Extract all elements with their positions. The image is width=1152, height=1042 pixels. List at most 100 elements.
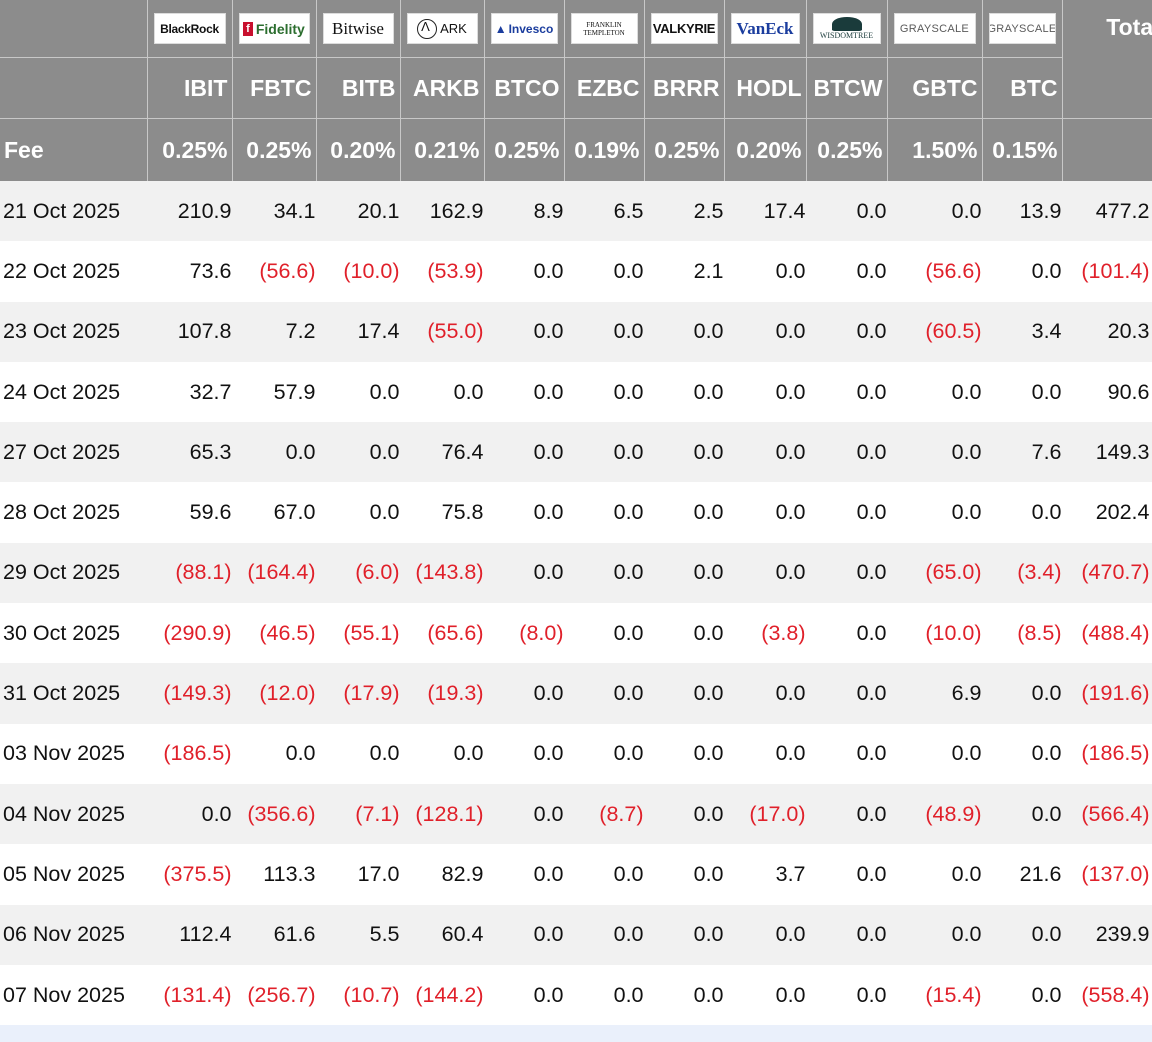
flow-cell-btcw: 0.0	[806, 603, 887, 664]
flow-cell-ezbc: 0.0	[564, 241, 644, 302]
flow-cell-btco: 0.0	[484, 301, 564, 362]
flow-cell-btco: 8.9	[484, 181, 564, 242]
invesco-mountain-icon: ▲	[494, 21, 507, 36]
logo-text: FRANKLIN	[586, 20, 622, 29]
ark-ring-icon	[417, 18, 438, 39]
flow-cell-hodl: 0.0	[724, 301, 806, 362]
flow-cell-ezbc: 0.0	[564, 482, 644, 543]
flow-cell-btc: 7.6	[982, 422, 1062, 483]
row-total: (558.4)	[1062, 964, 1152, 1026]
flow-cell-bitb: (10.7)	[316, 964, 400, 1026]
fidelity-badge-icon: f	[243, 21, 253, 36]
ticker-btc: BTC	[982, 57, 1063, 119]
flow-cell-btco: 0.0	[484, 783, 564, 845]
fee-label: Fee	[0, 118, 148, 181]
flow-cell-bitb: (6.0)	[316, 542, 400, 604]
logo-subtext: TEMPLETON	[583, 28, 625, 37]
flow-cell-btco: 0.0	[484, 361, 564, 423]
flow-cell-btcw: 0.0	[806, 482, 887, 543]
flow-cell-arkb: (144.2)	[400, 964, 484, 1026]
row-date: 27 Oct 2025	[0, 422, 147, 483]
flow-cell-btc: 0.0	[982, 783, 1062, 845]
flow-cell-fbtc: (56.6)	[232, 241, 316, 302]
flow-cell-btcw: 0.0	[806, 723, 887, 784]
flow-cell-fbtc: 34.1	[232, 181, 316, 242]
logo-text: BlackRock	[160, 21, 219, 36]
logo-cell-wisdomtree: WISDOMTREE	[806, 0, 888, 58]
row-total: 477.2	[1062, 181, 1152, 242]
flow-cell-gbtc: 0.0	[887, 422, 982, 483]
fee-brrr: 0.25%	[644, 118, 725, 181]
flow-cell-ezbc: 0.0	[564, 844, 644, 905]
flow-cell-btco: 0.0	[484, 964, 564, 1026]
table-body: 21 Oct 2025 210.9 34.1 20.1 162.9 8.9 6.5 2.5 17…	[0, 181, 1152, 1026]
flow-cell-hodl: (3.8)	[724, 603, 806, 664]
flow-cell-fbtc: 57.9	[232, 361, 316, 423]
flow-cell-bitb: (55.1)	[316, 603, 400, 664]
ark-logo: ARK	[406, 13, 478, 44]
flow-cell-gbtc: (56.6)	[887, 241, 982, 302]
flow-cell-ibit: (149.3)	[147, 663, 232, 724]
flow-cell-bitb: 0.0	[316, 482, 400, 543]
ticker-arkb: ARKB	[400, 57, 485, 119]
flow-cell-arkb: (55.0)	[400, 301, 484, 362]
flow-cell-fbtc: (256.7)	[232, 964, 316, 1026]
flow-cell-ezbc: 0.0	[564, 301, 644, 362]
flow-cell-arkb: 0.0	[400, 723, 484, 784]
flow-cell-brrr: 0.0	[644, 482, 724, 543]
table-row: 22 Oct 2025 73.6 (56.6) (10.0) (53.9) 0.0 0.0 2…	[0, 241, 1152, 302]
flow-cell-ibit: 73.6	[147, 241, 232, 302]
row-date: 05 Nov 2025	[0, 844, 147, 905]
fee-fbtc: 0.25%	[232, 118, 317, 181]
flow-cell-arkb: 60.4	[400, 904, 484, 965]
logo-text: VanEck	[736, 18, 794, 38]
ticker-corner	[0, 57, 148, 119]
grayscale-logo: GRAYSCALE	[988, 13, 1056, 44]
flow-cell-hodl: 0.0	[724, 723, 806, 784]
row-total: 149.3	[1062, 422, 1152, 483]
fidelity-logo: f Fidelity	[238, 13, 310, 44]
table-row: 06 Nov 2025 112.4 61.6 5.5 60.4 0.0 0.0 0.0 0.0 0…	[0, 904, 1152, 965]
flow-cell-bitb: (7.1)	[316, 783, 400, 845]
fee-btco: 0.25%	[484, 118, 565, 181]
row-date: 29 Oct 2025	[0, 542, 147, 604]
flow-cell-ibit: 65.3	[147, 422, 232, 483]
flow-cell-brrr: 0.0	[644, 844, 724, 905]
logo-text: WISDOMTREE	[819, 31, 874, 40]
flow-cell-btc: 0.0	[982, 663, 1062, 724]
flow-cell-btco: 0.0	[484, 542, 564, 604]
row-total: (566.4)	[1062, 783, 1152, 845]
ticker-bitb: BITB	[316, 57, 401, 119]
flow-cell-ibit: (290.9)	[147, 603, 232, 664]
ticker-gbtc: GBTC	[887, 57, 983, 119]
flow-cell-hodl: 0.0	[724, 964, 806, 1026]
logo-text: GRAYSCALE	[988, 22, 1056, 35]
flow-cell-brrr: 2.5	[644, 181, 724, 242]
logo-cell-invesco: ▲ Invesco	[484, 0, 565, 58]
flow-cell-fbtc: 113.3	[232, 844, 316, 905]
table-row: 30 Oct 2025 (290.9) (46.5) (55.1) (65.6) (8.0…	[0, 603, 1152, 664]
flow-cell-brrr: 0.0	[644, 904, 724, 965]
logo-cell-grayscale-btc: GRAYSCALE	[982, 0, 1063, 58]
wisdomtree-logo: WISDOMTREE	[812, 13, 881, 44]
table-row: 29 Oct 2025 (88.1) (164.4) (6.0) (143.8) 0.0 0…	[0, 542, 1152, 604]
flow-cell-btc: 0.0	[982, 723, 1062, 784]
row-total: (470.7)	[1062, 542, 1152, 604]
flow-cell-brrr: 0.0	[644, 723, 724, 784]
flow-cell-hodl: 0.0	[724, 482, 806, 543]
logo-cell-bitwise: Bitwise	[316, 0, 401, 58]
flow-cell-btc: 0.0	[982, 361, 1062, 423]
flow-cell-ibit: (375.5)	[147, 844, 232, 905]
fee-ezbc: 0.19%	[564, 118, 645, 181]
ticker-brrr: BRRR	[644, 57, 725, 119]
flow-cell-ibit: 210.9	[147, 181, 232, 242]
flow-cell-hodl: 3.7	[724, 844, 806, 905]
flow-cell-bitb: 5.5	[316, 904, 400, 965]
flow-cell-btco: 0.0	[484, 904, 564, 965]
flow-cell-btcw: 0.0	[806, 181, 887, 242]
fee-btc: 0.15%	[982, 118, 1063, 181]
flow-cell-btc: 0.0	[982, 904, 1062, 965]
flow-cell-btco: (8.0)	[484, 603, 564, 664]
total-label: Total	[1106, 14, 1152, 40]
ticker-hodl: HODL	[724, 57, 807, 119]
